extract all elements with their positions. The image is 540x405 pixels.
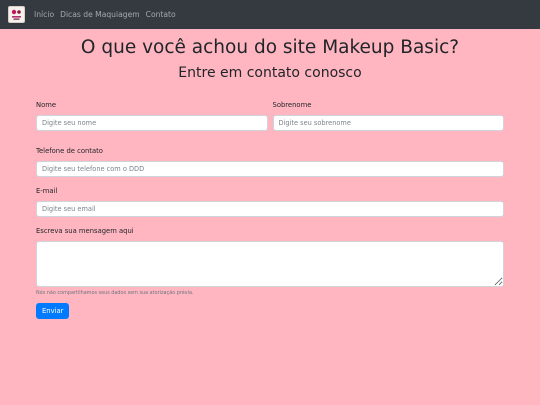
nav-item-dicas-de-maquiagem[interactable]: Dicas de Maquiagem [60,10,140,19]
privacy-note: Nós não compartilhamos seus dados sem su… [36,289,194,296]
nav-item-contato[interactable]: Contato [146,10,176,19]
last-name-label: Sobrenome [272,100,312,109]
name-row: Nome Sobrenome [36,101,504,131]
message-group: Escreva sua mensagem aqui Nós não compar… [36,227,504,296]
makeup-logo-graphic [10,8,23,21]
last-name-input[interactable] [272,114,504,131]
page-subtitle: Entre em contato conosco [178,65,362,82]
message-label: Escreva sua mensagem aqui [36,226,134,235]
first-name-group: Nome [36,101,268,131]
message-textarea[interactable] [36,240,504,287]
contact-page: O que você achou do site Makeup Basic? E… [0,37,540,319]
phone-group: Telefone de contato [36,147,504,177]
page-title: O que você achou do site Makeup Basic? [80,37,460,58]
email-label: E-mail [36,186,58,195]
top-navbar: Início Dicas de Maquiagem Contato [0,0,540,29]
phone-input[interactable] [36,160,504,177]
nav-item-inicio[interactable]: Início [34,10,54,19]
email-input[interactable] [36,200,504,217]
first-name-input[interactable] [36,114,268,131]
last-name-group: Sobrenome [272,100,504,131]
phone-label: Telefone de contato [36,146,103,155]
submit-button[interactable]: Enviar [36,302,70,319]
first-name-label: Nome [36,100,57,109]
email-group: E-mail [36,187,504,217]
makeup-logo-icon[interactable] [8,6,25,23]
contact-form: Nome Sobrenome Telefone de contato E-mai… [36,101,504,319]
